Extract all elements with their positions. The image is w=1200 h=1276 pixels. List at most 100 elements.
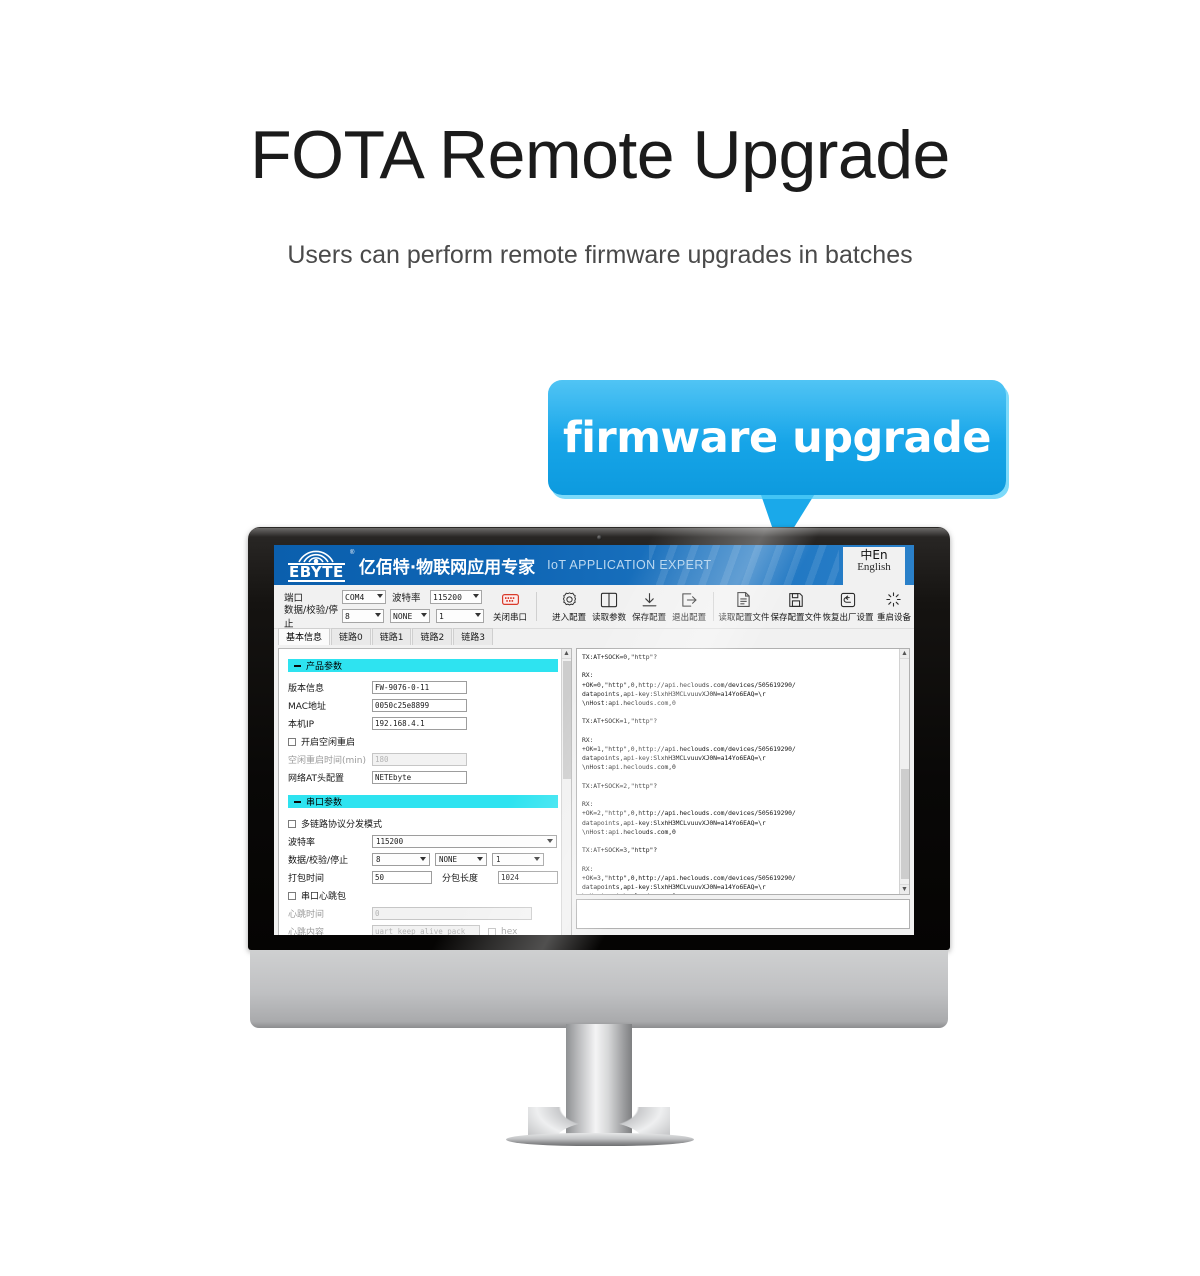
terminal-line: datapoints,api-key:SlxhH3MCLvuuvXJ0N=a14… bbox=[582, 754, 766, 763]
stop-bits-select[interactable]: 1 bbox=[436, 609, 484, 623]
terminal-scroll-up-icon[interactable]: ▲ bbox=[900, 649, 909, 659]
pack-time-input[interactable]: 50 bbox=[372, 871, 432, 884]
baud-label: 波特率 bbox=[392, 593, 421, 604]
version-label: 版本信息 bbox=[288, 684, 325, 694]
terminal-line: \nHost:api.heclouds.com,0 bbox=[582, 699, 676, 707]
section-uart-title: 串口参数 bbox=[306, 798, 343, 808]
gear-icon bbox=[561, 590, 578, 609]
monitor-screen: EBYTE ® 亿佰特·物联网应用专家 IoT APPLICATION EXPE… bbox=[274, 545, 914, 935]
port-select[interactable]: COM4 bbox=[342, 590, 386, 604]
clear-send-button[interactable]: 清空发送 bbox=[793, 934, 844, 935]
enter-config-button[interactable]: 进入配置 bbox=[549, 585, 589, 628]
uart-baud-label: 波特率 bbox=[288, 838, 316, 848]
hb-time-input[interactable]: 0 bbox=[372, 907, 532, 920]
read-config-file-button[interactable]: 读取配置文件 bbox=[718, 585, 770, 628]
mac-input[interactable]: 0050c25e8899 bbox=[372, 699, 467, 712]
terminal-scrollbar[interactable]: ▲ ▼ bbox=[899, 649, 909, 894]
field-idle-reboot[interactable]: 开启空闲重启 bbox=[288, 734, 562, 749]
terminal-line: TX:AT+SOCK=0,"http"? bbox=[582, 653, 657, 661]
app-titlebar: EBYTE ® 亿佰特·物联网应用专家 IoT APPLICATION EXPE… bbox=[274, 545, 914, 585]
terminal-scrollbar-thumb[interactable] bbox=[901, 769, 909, 879]
serial-port-icon bbox=[501, 590, 519, 609]
monitor-bezel: EBYTE ® 亿佰特·物联网应用专家 IoT APPLICATION EXPE… bbox=[248, 527, 950, 950]
form-scrollbar[interactable]: ▲ ▼ bbox=[561, 649, 571, 935]
field-mac: MAC地址 0050c25e8899 bbox=[288, 698, 562, 713]
uart-stop-bits-select[interactable]: 1 bbox=[492, 853, 544, 866]
local-ip-label: 本机IP bbox=[288, 720, 315, 730]
uart-parity-select[interactable]: NONE bbox=[435, 853, 487, 866]
uart-data-bits-select[interactable]: 8 bbox=[372, 853, 430, 866]
read-params-button[interactable]: 读取参数 bbox=[589, 585, 629, 628]
local-ip-input[interactable]: 192.168.4.1 bbox=[372, 717, 467, 730]
collapse-icon-uart[interactable] bbox=[294, 800, 301, 803]
terminal-scroll-down-icon[interactable]: ▼ bbox=[900, 884, 909, 894]
heartbeat-checkbox[interactable] bbox=[288, 891, 296, 900]
field-heartbeat-content: 心跳内容 uart_keep_alive_pack hex bbox=[288, 924, 562, 935]
send-button[interactable]: 发送 bbox=[849, 934, 900, 935]
tab-link-3[interactable]: 链路3 bbox=[453, 628, 493, 645]
tab-basic-info[interactable]: 基本信息 bbox=[278, 628, 331, 645]
pack-len-input[interactable]: 1024 bbox=[498, 871, 558, 884]
terminal-line: datapoints,api-key:SlxhH3MCLvuuvXJ0N=a14… bbox=[582, 818, 766, 827]
scrollbar-thumb[interactable] bbox=[563, 661, 571, 779]
uart-stop-bits-value: 1 bbox=[496, 855, 501, 864]
hb-content-input[interactable]: uart_keep_alive_pack bbox=[372, 925, 480, 935]
brand-wordmark: EBYTE bbox=[288, 563, 345, 582]
save-config-file-button[interactable]: 保存配置文件 bbox=[770, 585, 822, 628]
exit-config-button[interactable]: 退出配置 bbox=[669, 585, 709, 628]
tab-link-0[interactable]: 链路0 bbox=[331, 628, 371, 645]
bubble-label: firmware upgrade bbox=[563, 412, 991, 463]
factory-reset-button[interactable]: 恢复出厂设置 bbox=[822, 585, 874, 628]
read-params-label: 读取参数 bbox=[592, 613, 627, 623]
baud-value: 115200 bbox=[433, 592, 462, 602]
uart-baud-select[interactable]: 115200 bbox=[372, 835, 557, 848]
webcam-icon bbox=[597, 535, 602, 540]
tab-link-2[interactable]: 链路2 bbox=[412, 628, 453, 645]
exit-icon bbox=[681, 590, 698, 609]
pack-len-label: 分包长度 bbox=[442, 874, 479, 884]
clear-receive-button[interactable]: 清空接收 bbox=[576, 934, 630, 935]
data-bits-select[interactable]: 8 bbox=[342, 609, 384, 623]
terminal-line: RX: bbox=[582, 671, 594, 680]
terminal-line: datapoints,api-key:SlxhH3MCLvuuvXJ0N=a14… bbox=[582, 882, 766, 891]
version-input[interactable]: FW-9076-0-11 bbox=[372, 681, 467, 694]
terminal-line: TX:AT+SOCK=3,"http"? bbox=[582, 846, 657, 855]
serial-settings-group: 端口 COM4 波特率 115200 数据/校验/停止 8 NONE 1 bbox=[284, 585, 488, 630]
idle-reboot-time-input[interactable]: 180 bbox=[372, 753, 467, 766]
restart-icon bbox=[885, 590, 902, 609]
idle-reboot-checkbox[interactable] bbox=[288, 737, 296, 746]
save-config-button[interactable]: 保存配置 bbox=[629, 585, 669, 628]
terminal-line: TX:AT+SOCK=2,"http"? bbox=[582, 781, 657, 790]
terminal-output[interactable]: TX:AT+SOCK=0,"http"? RX: +OK=0,"http",0,ht… bbox=[576, 648, 910, 895]
close-serial-port-button[interactable]: 关闭串口 bbox=[488, 585, 532, 628]
bubble-body: firmware upgrade bbox=[548, 380, 1006, 495]
tab-bar: 基本信息 链路0 链路1 链路2 链路3 bbox=[274, 628, 914, 645]
exit-config-label: 退出配置 bbox=[672, 613, 707, 623]
field-heartbeat-enable[interactable]: 串口心跳包 bbox=[288, 888, 562, 903]
multilink-checkbox[interactable] bbox=[288, 819, 296, 828]
field-uart-baud: 波特率 115200 bbox=[288, 834, 562, 849]
field-pack: 打包时间 50 分包长度 1024 bbox=[288, 870, 562, 885]
baud-select[interactable]: 115200 bbox=[430, 590, 482, 604]
tab-link-1[interactable]: 链路1 bbox=[371, 628, 412, 645]
hex-checkbox[interactable] bbox=[488, 927, 496, 935]
scroll-up-icon[interactable]: ▲ bbox=[562, 649, 571, 659]
uart-baud-value: 115200 bbox=[376, 837, 404, 846]
restart-device-button[interactable]: 重启设备 bbox=[874, 585, 914, 628]
idle-reboot-time-label: 空闲重启时间(min) bbox=[288, 756, 366, 766]
close-port-label: 关闭串口 bbox=[493, 613, 528, 623]
hb-content-label: 心跳内容 bbox=[288, 928, 325, 935]
floppy-icon bbox=[788, 590, 804, 609]
config-form-panel: 产品参数 版本信息 FW-9076-0-11 MAC地址 0050c25e889… bbox=[278, 648, 572, 935]
send-input[interactable] bbox=[576, 899, 910, 929]
undo-icon bbox=[840, 590, 856, 609]
parity-select[interactable]: NONE bbox=[390, 609, 430, 623]
field-multilink[interactable]: 多链路协议分发模式 bbox=[288, 816, 562, 831]
at-header-input[interactable]: NETEbyte bbox=[372, 771, 467, 784]
language-switcher[interactable]: 中En English bbox=[843, 547, 905, 585]
collapse-icon[interactable] bbox=[294, 664, 301, 667]
